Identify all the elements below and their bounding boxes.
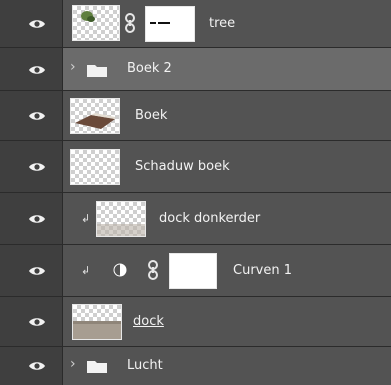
layer-row-dock-donkerder[interactable]: ↲ dock donkerder <box>0 193 391 245</box>
layer-row-boek-2[interactable]: › Boek 2 <box>0 48 391 91</box>
eye-icon[interactable] <box>28 64 46 76</box>
chain-link-icon[interactable] <box>124 13 136 33</box>
layer-name: Boek 2 <box>127 61 172 76</box>
chain-link-icon[interactable] <box>147 260 159 280</box>
layer-content[interactable]: Schaduw boek <box>63 141 391 192</box>
layer-thumbnail[interactable] <box>96 201 146 237</box>
eye-icon[interactable] <box>28 265 46 277</box>
folder-icon <box>87 65 107 77</box>
eye-icon[interactable] <box>28 360 46 372</box>
dock-darker-thumbnail-image <box>97 224 145 236</box>
layer-content[interactable]: › Lucht <box>63 347 391 385</box>
book-thumbnail-image <box>75 113 115 129</box>
chevron-right-icon[interactable]: › <box>70 59 76 75</box>
layer-thumbnail[interactable] <box>72 304 122 340</box>
layer-mask-thumbnail[interactable] <box>145 6 195 42</box>
eye-icon[interactable] <box>28 161 46 173</box>
layer-mask-thumbnail[interactable] <box>169 253 217 289</box>
layer-name: Curven 1 <box>233 263 292 278</box>
clipping-arrow-icon: ↲ <box>81 264 91 277</box>
layer-row-schaduw-boek[interactable]: Schaduw boek <box>0 141 391 193</box>
chevron-right-icon[interactable]: › <box>70 356 76 372</box>
mask-shape <box>150 22 170 24</box>
eye-icon[interactable] <box>28 213 46 225</box>
eye-icon[interactable] <box>28 18 46 30</box>
layer-name: Schaduw boek <box>135 159 230 174</box>
eye-icon[interactable] <box>28 316 46 328</box>
layer-row-lucht[interactable]: › Lucht <box>0 347 391 385</box>
layer-name: Lucht <box>127 358 163 373</box>
layer-row-dock[interactable]: dock <box>0 297 391 347</box>
layer-content[interactable]: › Boek 2 <box>63 48 391 90</box>
layer-content[interactable]: ↲ Curven 1 <box>63 245 391 296</box>
layer-row-tree[interactable]: tree <box>0 0 391 48</box>
layer-thumbnail[interactable] <box>70 149 120 185</box>
folder-icon <box>87 361 107 373</box>
layer-content[interactable]: tree <box>63 0 391 47</box>
adjustment-layer-icon[interactable] <box>113 263 127 277</box>
layer-name: tree <box>209 16 236 31</box>
layer-thumbnail[interactable] <box>72 5 120 41</box>
layer-name: dock donkerder <box>159 211 261 226</box>
layers-panel: tree › Boek 2 Boek Schaduw boek ↲ dock d… <box>0 0 391 385</box>
layer-content[interactable]: ↲ dock donkerder <box>63 193 391 244</box>
dock-thumbnail-image <box>73 321 121 339</box>
layer-thumbnail[interactable] <box>70 98 120 134</box>
layer-row-boek[interactable]: Boek <box>0 91 391 141</box>
layer-name: Boek <box>135 108 168 123</box>
layer-row-curven-1[interactable]: ↲ Curven 1 <box>0 245 391 297</box>
tree-thumbnail-image <box>81 11 95 22</box>
layer-content[interactable]: dock <box>63 297 391 346</box>
eye-icon[interactable] <box>28 110 46 122</box>
clipping-arrow-icon: ↲ <box>81 212 91 225</box>
layer-name: dock <box>133 314 164 329</box>
layer-content[interactable]: Boek <box>63 91 391 140</box>
